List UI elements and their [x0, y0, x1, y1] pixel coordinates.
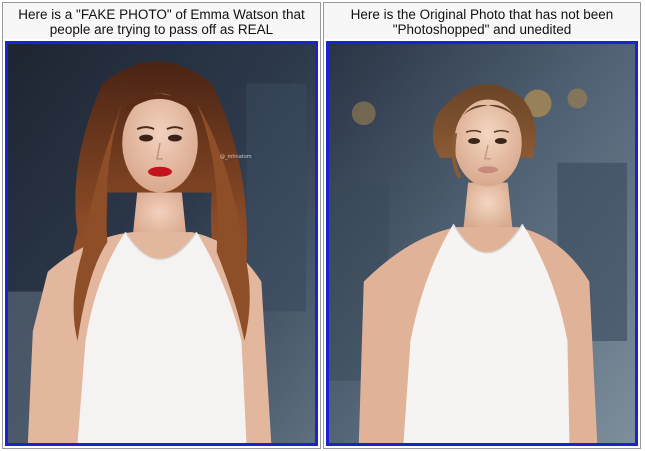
- fake-photo-watermark: @_mhnatom: [220, 154, 252, 160]
- original-photo-illustration: [329, 44, 635, 443]
- fake-photo-image: @_mhnatom: [5, 41, 318, 446]
- filename-strip: [329, 429, 635, 437]
- fake-caption-line-2: people are trying to pass off as REAL: [49, 22, 274, 37]
- original-photo-image: [326, 41, 638, 446]
- fake-caption-line-1: Here is a "FAKE PHOTO" of Emma Watson th…: [18, 7, 305, 22]
- fake-photo-panel: Here is a "FAKE PHOTO" of Emma Watson th…: [2, 2, 321, 449]
- fake-photo-illustration: [8, 44, 315, 443]
- fake-photo-caption: Here is a "FAKE PHOTO" of Emma Watson th…: [3, 3, 320, 39]
- original-caption-line-2: "Photoshopped" and unedited: [392, 22, 572, 37]
- original-photo-caption: Here is the Original Photo that has not …: [324, 3, 640, 39]
- original-caption-line-1: Here is the Original Photo that has not …: [350, 7, 614, 22]
- original-photo-panel: Here is the Original Photo that has not …: [323, 2, 641, 449]
